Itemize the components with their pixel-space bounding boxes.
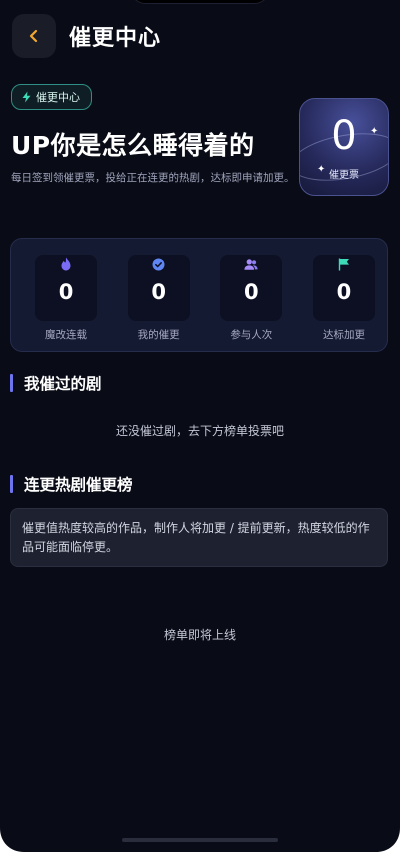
home-indicator <box>122 838 278 842</box>
ticket-card: 0 催更票 ✦ ✦ <box>299 98 389 196</box>
ranking-status: 榜单即将上线 <box>163 628 236 642</box>
stat-label: 达标加更 <box>322 329 365 341</box>
flag-icon <box>337 257 351 271</box>
fire-icon <box>59 257 73 271</box>
back-button[interactable] <box>12 14 56 58</box>
hero-subtitle: 每日签到领催更票，投给正在连更的热剧，达标即申请加更。 <box>11 172 295 184</box>
section-title: 连更热剧催更榜 <box>24 476 133 494</box>
header: 催更中心 <box>12 14 388 58</box>
section-title: 我催过的剧 <box>24 375 102 393</box>
stat-participants: 0 参与人次 <box>220 255 283 351</box>
empty-state: 还没催过剧，去下方榜单投票吧 <box>115 424 284 438</box>
page-title: 催更中心 <box>69 26 162 51</box>
stats-panel: 0 魔改连载 0 我的催更 0 参与人次 0 达标加更 <box>10 238 388 352</box>
badge-check-icon <box>152 257 166 271</box>
ranking-notice: 催更值热度较高的作品，制作人将加更 / 提前更新，热度较低的作品可能面临停更。 <box>10 508 388 567</box>
stat-box: 0 <box>35 255 97 321</box>
camera-notch <box>131 0 269 4</box>
stat-label: 我的催更 <box>137 329 180 341</box>
sparkle-icon: ✦ <box>317 164 326 175</box>
screen-corner <box>0 828 24 852</box>
stat-box: 0 <box>312 255 375 321</box>
stat-box: 0 <box>220 255 283 321</box>
section-accent-bar <box>10 374 13 392</box>
stat-value: 0 <box>336 280 352 304</box>
stat-extra: 0 达标加更 <box>312 255 375 351</box>
stat-serial: 0 魔改连载 <box>35 255 97 351</box>
stat-box: 0 <box>127 255 190 321</box>
section-accent-bar <box>10 475 13 493</box>
screen-corner <box>376 828 400 852</box>
center-badge: 催更中心 <box>11 84 92 110</box>
stat-value: 0 <box>244 280 259 304</box>
center-badge-label: 催更中心 <box>36 91 80 104</box>
stat-value: 0 <box>151 280 166 304</box>
section-my-dramas: 我催过的剧 <box>10 373 102 393</box>
stat-value: 0 <box>58 280 74 304</box>
sparkle-icon: ✦ <box>370 126 379 137</box>
hero-headline: UP你是怎么睡得着的 <box>11 131 255 160</box>
stat-label: 参与人次 <box>230 329 273 341</box>
stat-label: 魔改连载 <box>45 329 87 341</box>
stat-mine: 0 我的催更 <box>127 255 190 351</box>
users-icon <box>244 257 258 271</box>
ticket-label: 催更票 <box>329 170 359 181</box>
chevron-left-icon <box>29 29 38 43</box>
lightning-icon <box>22 91 31 103</box>
section-ranking: 连更热剧催更榜 <box>10 474 133 494</box>
